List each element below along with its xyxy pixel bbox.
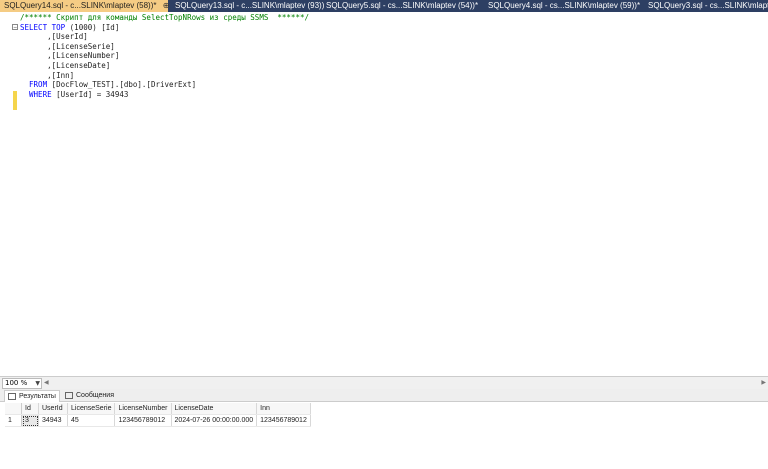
where-value: [UserId] = 34943 bbox=[56, 89, 129, 99]
tab-label: SQLQuery5.sql - cs...SLINK\mlaptev (54))… bbox=[326, 1, 479, 10]
row-number[interactable]: 1 bbox=[5, 414, 22, 427]
keyword-from: FROM bbox=[29, 80, 48, 90]
document-tabs: SQLQuery14.sql - c...SLINK\mlaptev (58))… bbox=[0, 0, 768, 12]
message-icon bbox=[65, 391, 73, 399]
tab-label: SQLQuery13.sql - c...SLINK\mlaptev (93)) bbox=[175, 1, 325, 10]
zoom-value: 100 % bbox=[5, 379, 28, 387]
scroll-left-icon[interactable]: ◀ bbox=[44, 379, 49, 386]
code-line: WHERE [UserId] = 34943 bbox=[20, 90, 309, 100]
pin-icon[interactable]: ⊕ bbox=[163, 1, 170, 10]
grid-icon bbox=[8, 392, 16, 400]
tab-sqlquery13[interactable]: SQLQuery13.sql - c...SLINK\mlaptev (93)) bbox=[175, 0, 324, 12]
code-line: /****** Скрипт для команды SelectTopNRow… bbox=[20, 13, 309, 23]
tab-sqlquery3[interactable]: SQLQuery3.sql - cs...SLINK\mlaptev (6 bbox=[648, 0, 768, 12]
collapse-icon[interactable]: − bbox=[12, 23, 18, 30]
column-header-licensenumber[interactable]: LicenseNumber bbox=[114, 403, 172, 415]
cell-licensenumber[interactable]: 123456789012 bbox=[114, 414, 172, 427]
code-line: ,[LicenseDate] bbox=[20, 61, 309, 71]
query-editor[interactable]: /****** Скрипт для команды SelectTopNRow… bbox=[0, 12, 768, 376]
top-value: (1000) [Id] bbox=[69, 22, 120, 32]
code-line: ,[Inn] bbox=[20, 71, 309, 81]
code-line: ,[UserId] bbox=[20, 32, 309, 42]
tab-sqlquery5[interactable]: SQLQuery5.sql - cs...SLINK\mlaptev (54))… bbox=[326, 0, 478, 12]
column-text: ,[Inn] bbox=[47, 70, 75, 80]
code-line: FROM [DocFlow_TEST].[dbo].[DriverExt] bbox=[20, 80, 309, 90]
cell-userid[interactable]: 34943 bbox=[38, 414, 68, 427]
cell-inn[interactable]: 123456789012 bbox=[256, 414, 311, 427]
tab-messages[interactable]: Сообщения bbox=[62, 390, 117, 401]
table-row[interactable]: 1 3 34943 45 123456789012 2024-07-26 00:… bbox=[5, 414, 311, 427]
chevron-down-icon[interactable]: ▼ bbox=[35, 379, 40, 388]
header-row: Id UserId LicenseSerie LicenseNumber Lic… bbox=[5, 403, 311, 415]
column-header-userid[interactable]: UserId bbox=[38, 403, 68, 415]
tab-sqlquery14[interactable]: SQLQuery14.sql - c...SLINK\mlaptev (58))… bbox=[0, 0, 179, 12]
results-grid[interactable]: Id UserId LicenseSerie LicenseNumber Lic… bbox=[0, 403, 768, 469]
tab-messages-label: Сообщения bbox=[76, 392, 114, 399]
code-lines: /****** Скрипт для команды SelectTopNRow… bbox=[12, 13, 309, 100]
from-value: [DocFlow_TEST].[dbo].[DriverExt] bbox=[51, 80, 197, 90]
tab-sqlquery4[interactable]: SQLQuery4.sql - cs...SLINK\mlaptev (59))… bbox=[488, 0, 640, 12]
horizontal-scrollbar[interactable]: ◀ ▶ bbox=[44, 379, 766, 386]
change-marker bbox=[13, 91, 17, 110]
tab-label: SQLQuery3.sql - cs...SLINK\mlaptev (6 bbox=[648, 1, 768, 10]
column-text: ,[LicenseNumber] bbox=[47, 51, 120, 61]
cell-licensedate[interactable]: 2024-07-26 00:00:00.000 bbox=[171, 414, 258, 427]
tab-results[interactable]: Результаты bbox=[4, 390, 60, 402]
keyword-where: WHERE bbox=[29, 89, 52, 99]
tab-results-label: Результаты bbox=[19, 393, 56, 400]
zoom-select[interactable]: 100 % ▼ bbox=[2, 378, 42, 389]
column-text: ,[LicenseSerie] bbox=[47, 41, 115, 51]
comment-text: /****** Скрипт для команды SelectTopNRow… bbox=[20, 13, 309, 22]
scroll-right-icon[interactable]: ▶ bbox=[761, 379, 766, 386]
code-line: − SELECT TOP (1000) [Id] bbox=[12, 22, 309, 33]
tab-label: SQLQuery4.sql - cs...SLINK\mlaptev (59))… bbox=[488, 1, 641, 10]
editor-status-bar: 100 % ▼ ◀ ▶ bbox=[0, 376, 768, 390]
keyword-top: TOP bbox=[51, 22, 66, 32]
keyword-select: SELECT bbox=[20, 22, 48, 32]
column-header-inn[interactable]: Inn bbox=[256, 403, 311, 415]
column-text: ,[UserId] bbox=[47, 32, 88, 42]
code-line: ,[LicenseSerie] bbox=[20, 42, 309, 52]
corner-cell[interactable] bbox=[5, 403, 22, 415]
column-header-licensedate[interactable]: LicenseDate bbox=[171, 403, 258, 415]
column-text: ,[LicenseDate] bbox=[47, 60, 111, 70]
tab-label: SQLQuery14.sql - c...SLINK\mlaptev (58))… bbox=[4, 1, 157, 10]
cell-id[interactable]: 3 bbox=[21, 414, 39, 427]
code-line: ,[LicenseNumber] bbox=[20, 51, 309, 61]
column-header-licenseserie[interactable]: LicenseSerie bbox=[67, 403, 116, 415]
cell-licenseserie[interactable]: 45 bbox=[67, 414, 116, 427]
column-header-id[interactable]: Id bbox=[21, 403, 39, 415]
results-tabs: Результаты Сообщения bbox=[0, 389, 768, 402]
